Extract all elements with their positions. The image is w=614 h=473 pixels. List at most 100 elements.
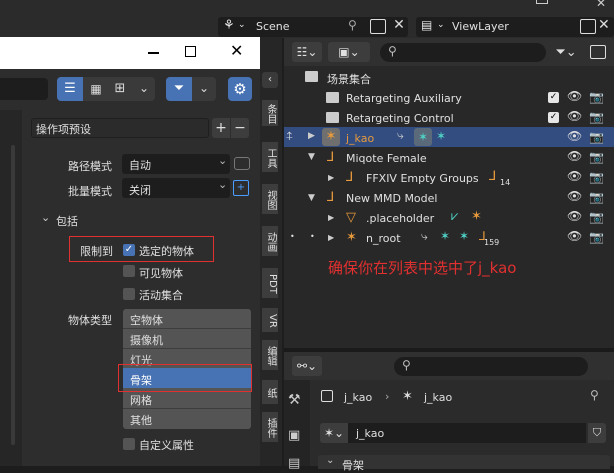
detail-view-icon[interactable]: ▦ — [84, 77, 108, 101]
tab-addons[interactable]: 插件 — [262, 412, 278, 442]
tab-vr[interactable]: VR — [262, 308, 278, 332]
pin-icon[interactable]: ⚲ — [348, 18, 357, 32]
object-type-mesh[interactable]: 网格 — [130, 392, 152, 408]
eye-icon[interactable]: 👁 — [567, 229, 582, 243]
editor-type-icon[interactable]: ☷⌄ — [292, 42, 322, 62]
camera-icon[interactable]: 📷 — [589, 150, 604, 164]
camera-icon[interactable]: 📷 — [589, 210, 604, 224]
eye-icon[interactable]: 👁 — [567, 89, 582, 103]
add-preset-button[interactable]: + — [212, 118, 230, 138]
camera-icon[interactable]: 📷 — [589, 170, 604, 184]
fake-user-shield-icon[interactable]: ⛉ — [588, 423, 606, 443]
tab-paper[interactable]: 纸 — [262, 380, 278, 404]
filter-icon[interactable]: ⏷ — [166, 77, 192, 101]
camera-icon[interactable]: 📷 — [589, 90, 604, 104]
chevron-down-icon[interactable]: ⌄ — [41, 211, 50, 224]
expand-arrow-icon[interactable]: ▼ — [308, 193, 315, 203]
pose-icon: ✶ — [414, 128, 432, 146]
exclude-checkbox[interactable]: ✓ — [548, 92, 559, 103]
sidebar-toggle-icon[interactable]: ‹ — [262, 72, 278, 88]
include-header[interactable]: 包括 — [56, 213, 78, 229]
delete-viewlayer-icon[interactable]: ✕ — [598, 17, 610, 33]
gear-icon[interactable]: ⚙ — [228, 77, 252, 101]
data-browse-icon[interactable]: ✶⌄ — [320, 423, 348, 443]
eye-icon[interactable]: 👁 — [567, 189, 582, 203]
close-button[interactable]: ✕ — [230, 41, 243, 60]
grid-view-icon[interactable]: ⊞ — [108, 77, 132, 101]
eye-icon[interactable]: 👁 — [567, 149, 582, 163]
chevron-down-icon[interactable]: ⌄ — [194, 77, 214, 101]
outliner-row-label[interactable]: Retargeting Auxiliary — [346, 92, 462, 105]
camera-icon[interactable]: 📷 — [589, 230, 604, 244]
eye-icon[interactable]: 👁 — [567, 169, 582, 183]
tool-tab-icon[interactable]: ⚒ — [288, 392, 301, 408]
outliner-row-label[interactable]: n_root — [366, 232, 401, 245]
filter-icon[interactable]: ⏷⌄ — [552, 43, 580, 62]
maximize-window-icon[interactable] — [536, 0, 548, 4]
visible-objects-checkbox[interactable] — [123, 265, 135, 277]
object-type-other[interactable]: 其他 — [130, 412, 152, 428]
breadcrumb-data[interactable]: j_kao — [424, 391, 452, 404]
viewlayer-name[interactable]: ViewLayer — [452, 20, 509, 33]
outliner-row-label[interactable]: New MMD Model — [346, 192, 437, 205]
tab-item[interactable]: 条目 — [262, 100, 278, 126]
pin-icon[interactable]: ⚲ — [590, 388, 599, 402]
expand-arrow-icon[interactable]: ▼ — [308, 152, 315, 162]
eye-icon[interactable]: 👁 — [567, 209, 582, 223]
armature-section-label: 骨架 — [342, 459, 364, 472]
new-batch-icon[interactable]: + — [233, 180, 249, 196]
expand-arrow-icon[interactable]: ▶ — [328, 233, 334, 242]
tab-pdt[interactable]: PDT — [262, 268, 278, 298]
tab-tool[interactable]: 工具 — [262, 142, 278, 172]
selected-objects-checkbox[interactable]: ✓ — [123, 244, 135, 256]
delete-scene-icon[interactable]: ✕ — [390, 17, 408, 37]
editor-type-icon[interactable]: ⚯⌄ — [292, 356, 322, 376]
new-collection-icon[interactable] — [590, 45, 606, 59]
new-viewlayer-icon[interactable] — [580, 19, 596, 34]
object-type-camera[interactable]: 摄像机 — [130, 332, 163, 348]
properties-search-input[interactable] — [394, 357, 588, 376]
close-window-icon[interactable]: ✕ — [596, 0, 606, 10]
remove-preset-button[interactable]: − — [231, 118, 249, 138]
object-type-empty[interactable]: 空物体 — [130, 312, 163, 328]
camera-icon[interactable]: 📷 — [589, 130, 604, 144]
camera-icon[interactable]: 📷 — [589, 110, 604, 124]
window-controls-bg — [420, 0, 614, 8]
minimize-button[interactable] — [148, 52, 159, 54]
tab-edit[interactable]: 编辑 — [262, 340, 278, 370]
eye-icon[interactable]: 👁 — [567, 129, 582, 143]
outliner-row-label[interactable]: .placeholder — [366, 212, 434, 225]
output-tab-icon[interactable]: ▤ — [288, 456, 300, 471]
maximize-button[interactable] — [185, 46, 196, 57]
armature-icon: ✶ — [346, 230, 357, 245]
list-view-button[interactable]: ☰ — [57, 77, 83, 101]
custom-props-checkbox[interactable] — [123, 438, 135, 450]
new-scene-icon[interactable] — [370, 19, 386, 34]
file-list-scroll[interactable] — [11, 145, 15, 445]
outliner-row-label[interactable]: FFXIV Empty Groups — [366, 172, 479, 185]
render-tab-icon[interactable]: ▣ — [288, 428, 300, 443]
display-mode-icon[interactable]: ▣⌄ — [328, 42, 370, 62]
path-field[interactable] — [0, 78, 48, 100]
outliner-row-label[interactable]: Miqote Female — [346, 152, 427, 165]
scene-name[interactable]: Scene — [256, 20, 290, 33]
pose-mode-icon[interactable]: ⍏ — [286, 129, 293, 144]
breadcrumb-object[interactable]: j_kao — [344, 391, 372, 404]
chevron-down-icon[interactable]: ⌄ — [134, 77, 154, 101]
expand-arrow-icon[interactable]: ▶ — [308, 131, 315, 141]
tab-view[interactable]: 视图 — [262, 184, 278, 214]
constraint-icon: ⤷ — [397, 128, 404, 142]
outliner-search-input[interactable] — [380, 43, 546, 62]
scene-collection-label[interactable]: 场景集合 — [327, 71, 371, 87]
outliner-row-label[interactable]: j_kao — [346, 132, 374, 145]
outliner-row-label[interactable]: Retargeting Control — [346, 112, 454, 125]
object-type-divider — [123, 328, 251, 329]
camera-icon[interactable]: 📷 — [589, 190, 604, 204]
eye-icon[interactable]: 👁 — [567, 109, 582, 123]
tab-animation[interactable]: 动画 — [262, 226, 278, 256]
pack-icon[interactable] — [234, 157, 250, 170]
active-collection-checkbox[interactable] — [123, 288, 135, 300]
exclude-checkbox[interactable]: ✓ — [548, 112, 559, 123]
expand-arrow-icon[interactable]: ▶ — [328, 173, 334, 182]
expand-arrow-icon[interactable]: ▶ — [328, 213, 334, 222]
